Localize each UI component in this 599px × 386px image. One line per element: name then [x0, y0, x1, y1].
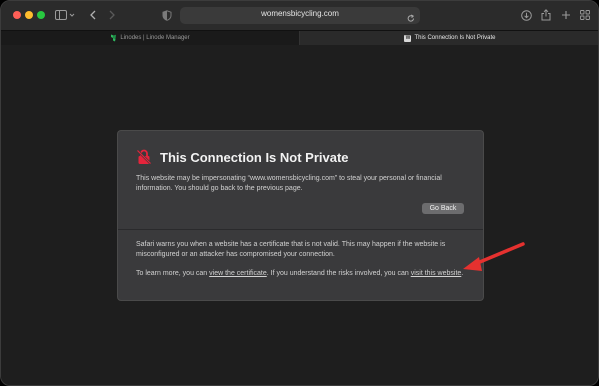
- visit-website-link[interactable]: visit this website: [411, 270, 462, 277]
- download-icon: [520, 9, 532, 21]
- reload-button[interactable]: [407, 10, 415, 28]
- learn-more-prefix: To learn more, you can: [136, 270, 210, 277]
- share-button[interactable]: [540, 7, 552, 23]
- sidebar-toggle-button[interactable]: [54, 7, 76, 23]
- minimize-window-button[interactable]: [25, 11, 33, 19]
- tab-not-private[interactable]: W This Connection Is Not Private: [300, 31, 598, 45]
- page-content: This Connection Is Not Private This webs…: [1, 45, 598, 385]
- address-bar[interactable]: womensbicycling.com: [180, 7, 420, 24]
- dialog-title: This Connection Is Not Private: [160, 150, 349, 165]
- tab-overview-button[interactable]: [579, 7, 591, 23]
- new-tab-button[interactable]: [560, 7, 572, 23]
- broken-lock-icon: [136, 149, 152, 165]
- tab-bar: Linodes | Linode Manager W This Connecti…: [1, 30, 598, 45]
- tab-label: This Connection Is Not Private: [414, 35, 496, 41]
- learn-more-middle: . If you understand the risks involved, …: [266, 270, 411, 277]
- reload-icon: [407, 14, 415, 22]
- toolbar: womensbicycling.com: [1, 1, 598, 30]
- grid-icon: [580, 10, 590, 20]
- go-back-button[interactable]: Go Back: [422, 203, 464, 214]
- chevron-right-icon: [109, 10, 115, 20]
- dialog-divider: [118, 229, 483, 230]
- dialog-header-section: This Connection Is Not Private This webs…: [118, 131, 483, 229]
- downloads-button[interactable]: [520, 7, 532, 23]
- tab-linodes[interactable]: Linodes | Linode Manager: [1, 31, 300, 45]
- browser-window: womensbicycling.com Linodes | Linode Man…: [0, 0, 599, 386]
- view-certificate-link[interactable]: view the certificate: [209, 270, 267, 277]
- chevron-left-icon: [90, 10, 96, 20]
- tab-label: Linodes | Linode Manager: [120, 35, 190, 41]
- site-favicon-icon: W: [404, 34, 412, 42]
- close-window-button[interactable]: [13, 11, 21, 19]
- learn-more-suffix: .: [461, 270, 464, 277]
- back-button[interactable]: [87, 7, 99, 23]
- forward-button[interactable]: [106, 7, 118, 23]
- plus-icon: [562, 11, 570, 19]
- impersonation-warning-text: This website may be impersonating “www.w…: [136, 175, 442, 192]
- learn-more-text: To learn more, you can view the certific…: [136, 269, 466, 279]
- share-icon: [541, 9, 551, 21]
- privacy-report-button[interactable]: [161, 7, 173, 23]
- sidebar-icon: [55, 10, 75, 20]
- shield-icon: [162, 9, 172, 21]
- privacy-warning-dialog: This Connection Is Not Private This webs…: [117, 130, 484, 301]
- zoom-window-button[interactable]: [37, 11, 45, 19]
- linode-favicon-icon: [111, 34, 117, 42]
- url-text: womensbicycling.com: [261, 9, 339, 18]
- certificate-explanation-text: Safari warns you when a website has a ce…: [136, 241, 446, 258]
